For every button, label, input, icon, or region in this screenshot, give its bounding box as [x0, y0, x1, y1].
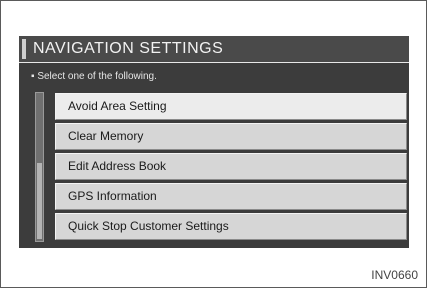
- figure-frame: NAVIGATION SETTINGS ▪ Select one of the …: [0, 0, 427, 288]
- menu-item-avoid-area-setting[interactable]: Avoid Area Setting: [55, 93, 407, 120]
- menu-item-edit-address-book[interactable]: Edit Address Book: [55, 153, 407, 180]
- instruction-label: Select one of the following.: [37, 71, 157, 82]
- menu-item-gps-information[interactable]: GPS Information: [55, 183, 407, 210]
- navigation-settings-screen: NAVIGATION SETTINGS ▪ Select one of the …: [19, 36, 409, 248]
- title-accent-bar: [22, 39, 26, 59]
- page-title: NAVIGATION SETTINGS: [33, 40, 224, 57]
- title-bar: NAVIGATION SETTINGS: [19, 36, 409, 63]
- bullet-icon: ▪: [31, 71, 35, 82]
- figure-code: INV0660: [371, 268, 418, 282]
- instruction-text: ▪ Select one of the following.: [31, 70, 157, 84]
- scrollbar[interactable]: [35, 92, 44, 242]
- menu-item-clear-memory[interactable]: Clear Memory: [55, 123, 407, 150]
- scrollbar-thumb[interactable]: [37, 163, 42, 239]
- menu-item-quick-stop-customer-settings[interactable]: Quick Stop Customer Settings: [55, 213, 407, 240]
